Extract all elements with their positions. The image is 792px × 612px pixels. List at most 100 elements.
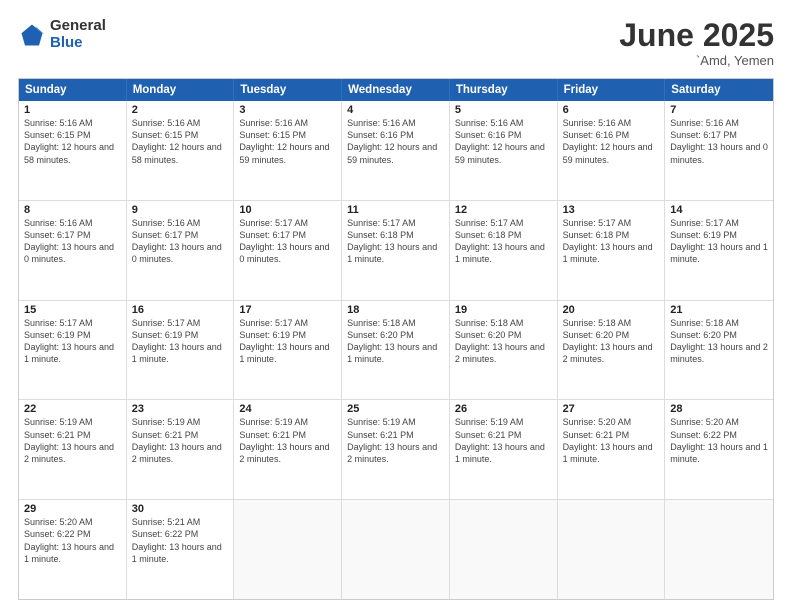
calendar-row: 1 Sunrise: 5:16 AM Sunset: 6:15 PM Dayli… <box>19 101 773 200</box>
cell-info: Sunrise: 5:16 AM Sunset: 6:16 PM Dayligh… <box>455 117 552 166</box>
cell-info: Sunrise: 5:20 AM Sunset: 6:21 PM Dayligh… <box>563 416 660 465</box>
cell-info: Sunrise: 5:17 AM Sunset: 6:19 PM Dayligh… <box>132 317 229 366</box>
header-monday: Monday <box>127 79 235 101</box>
month-title: June 2025 <box>619 18 774 53</box>
calendar-cell: 7 Sunrise: 5:16 AM Sunset: 6:17 PM Dayli… <box>665 101 773 200</box>
cell-info: Sunrise: 5:18 AM Sunset: 6:20 PM Dayligh… <box>347 317 444 366</box>
calendar-cell: 8 Sunrise: 5:16 AM Sunset: 6:17 PM Dayli… <box>19 201 127 300</box>
cell-info: Sunrise: 5:18 AM Sunset: 6:20 PM Dayligh… <box>563 317 660 366</box>
day-number: 12 <box>455 204 552 216</box>
calendar-cell: 27 Sunrise: 5:20 AM Sunset: 6:21 PM Dayl… <box>558 400 666 499</box>
calendar-cell: 24 Sunrise: 5:19 AM Sunset: 6:21 PM Dayl… <box>234 400 342 499</box>
calendar-cell <box>558 500 666 599</box>
day-number: 18 <box>347 304 444 316</box>
calendar-cell: 5 Sunrise: 5:16 AM Sunset: 6:16 PM Dayli… <box>450 101 558 200</box>
page: General Blue June 2025 `Amd, Yemen Sunda… <box>0 0 792 612</box>
day-number: 6 <box>563 104 660 116</box>
logo-general-text: General <box>50 18 106 35</box>
calendar-row: 15 Sunrise: 5:17 AM Sunset: 6:19 PM Dayl… <box>19 300 773 400</box>
cell-info: Sunrise: 5:18 AM Sunset: 6:20 PM Dayligh… <box>670 317 768 366</box>
cell-info: Sunrise: 5:17 AM Sunset: 6:18 PM Dayligh… <box>347 217 444 266</box>
cell-info: Sunrise: 5:16 AM Sunset: 6:15 PM Dayligh… <box>239 117 336 166</box>
day-number: 19 <box>455 304 552 316</box>
cell-info: Sunrise: 5:17 AM Sunset: 6:19 PM Dayligh… <box>24 317 121 366</box>
calendar-cell: 2 Sunrise: 5:16 AM Sunset: 6:15 PM Dayli… <box>127 101 235 200</box>
day-number: 11 <box>347 204 444 216</box>
cell-info: Sunrise: 5:19 AM Sunset: 6:21 PM Dayligh… <box>347 416 444 465</box>
calendar-body: 1 Sunrise: 5:16 AM Sunset: 6:15 PM Dayli… <box>19 101 773 599</box>
calendar-cell: 26 Sunrise: 5:19 AM Sunset: 6:21 PM Dayl… <box>450 400 558 499</box>
calendar-cell: 9 Sunrise: 5:16 AM Sunset: 6:17 PM Dayli… <box>127 201 235 300</box>
day-number: 10 <box>239 204 336 216</box>
calendar-cell <box>450 500 558 599</box>
cell-info: Sunrise: 5:17 AM Sunset: 6:18 PM Dayligh… <box>455 217 552 266</box>
day-number: 22 <box>24 403 121 415</box>
calendar-cell: 21 Sunrise: 5:18 AM Sunset: 6:20 PM Dayl… <box>665 301 773 400</box>
calendar-cell: 15 Sunrise: 5:17 AM Sunset: 6:19 PM Dayl… <box>19 301 127 400</box>
calendar-row: 8 Sunrise: 5:16 AM Sunset: 6:17 PM Dayli… <box>19 200 773 300</box>
cell-info: Sunrise: 5:19 AM Sunset: 6:21 PM Dayligh… <box>239 416 336 465</box>
calendar-cell: 16 Sunrise: 5:17 AM Sunset: 6:19 PM Dayl… <box>127 301 235 400</box>
header-saturday: Saturday <box>665 79 773 101</box>
logo-icon <box>18 21 46 49</box>
title-area: June 2025 `Amd, Yemen <box>619 18 774 68</box>
calendar-cell: 1 Sunrise: 5:16 AM Sunset: 6:15 PM Dayli… <box>19 101 127 200</box>
cell-info: Sunrise: 5:17 AM Sunset: 6:17 PM Dayligh… <box>239 217 336 266</box>
day-number: 16 <box>132 304 229 316</box>
calendar-row: 22 Sunrise: 5:19 AM Sunset: 6:21 PM Dayl… <box>19 399 773 499</box>
day-number: 5 <box>455 104 552 116</box>
calendar-cell: 25 Sunrise: 5:19 AM Sunset: 6:21 PM Dayl… <box>342 400 450 499</box>
cell-info: Sunrise: 5:19 AM Sunset: 6:21 PM Dayligh… <box>455 416 552 465</box>
cell-info: Sunrise: 5:16 AM Sunset: 6:15 PM Dayligh… <box>132 117 229 166</box>
cell-info: Sunrise: 5:16 AM Sunset: 6:17 PM Dayligh… <box>132 217 229 266</box>
cell-info: Sunrise: 5:17 AM Sunset: 6:19 PM Dayligh… <box>239 317 336 366</box>
logo-text: General Blue <box>50 18 106 51</box>
day-number: 24 <box>239 403 336 415</box>
calendar-cell: 18 Sunrise: 5:18 AM Sunset: 6:20 PM Dayl… <box>342 301 450 400</box>
day-number: 9 <box>132 204 229 216</box>
day-number: 28 <box>670 403 768 415</box>
calendar-cell: 23 Sunrise: 5:19 AM Sunset: 6:21 PM Dayl… <box>127 400 235 499</box>
day-number: 4 <box>347 104 444 116</box>
day-number: 3 <box>239 104 336 116</box>
header-tuesday: Tuesday <box>234 79 342 101</box>
header-wednesday: Wednesday <box>342 79 450 101</box>
calendar-cell: 28 Sunrise: 5:20 AM Sunset: 6:22 PM Dayl… <box>665 400 773 499</box>
calendar-cell: 17 Sunrise: 5:17 AM Sunset: 6:19 PM Dayl… <box>234 301 342 400</box>
day-number: 20 <box>563 304 660 316</box>
cell-info: Sunrise: 5:21 AM Sunset: 6:22 PM Dayligh… <box>132 516 229 565</box>
cell-info: Sunrise: 5:16 AM Sunset: 6:16 PM Dayligh… <box>347 117 444 166</box>
header: General Blue June 2025 `Amd, Yemen <box>18 18 774 68</box>
cell-info: Sunrise: 5:17 AM Sunset: 6:18 PM Dayligh… <box>563 217 660 266</box>
calendar-cell <box>342 500 450 599</box>
logo: General Blue <box>18 18 106 51</box>
calendar-cell: 11 Sunrise: 5:17 AM Sunset: 6:18 PM Dayl… <box>342 201 450 300</box>
cell-info: Sunrise: 5:16 AM Sunset: 6:17 PM Dayligh… <box>24 217 121 266</box>
day-number: 29 <box>24 503 121 515</box>
day-number: 30 <box>132 503 229 515</box>
day-number: 8 <box>24 204 121 216</box>
cell-info: Sunrise: 5:17 AM Sunset: 6:19 PM Dayligh… <box>670 217 768 266</box>
cell-info: Sunrise: 5:16 AM Sunset: 6:17 PM Dayligh… <box>670 117 768 166</box>
day-number: 1 <box>24 104 121 116</box>
day-number: 7 <box>670 104 768 116</box>
cell-info: Sunrise: 5:20 AM Sunset: 6:22 PM Dayligh… <box>670 416 768 465</box>
calendar-cell: 30 Sunrise: 5:21 AM Sunset: 6:22 PM Dayl… <box>127 500 235 599</box>
cell-info: Sunrise: 5:19 AM Sunset: 6:21 PM Dayligh… <box>24 416 121 465</box>
day-number: 15 <box>24 304 121 316</box>
day-number: 23 <box>132 403 229 415</box>
header-sunday: Sunday <box>19 79 127 101</box>
calendar-header: Sunday Monday Tuesday Wednesday Thursday… <box>19 79 773 101</box>
day-number: 25 <box>347 403 444 415</box>
logo-blue-text: Blue <box>50 35 106 52</box>
calendar-cell <box>665 500 773 599</box>
day-number: 17 <box>239 304 336 316</box>
day-number: 26 <box>455 403 552 415</box>
header-friday: Friday <box>558 79 666 101</box>
cell-info: Sunrise: 5:16 AM Sunset: 6:15 PM Dayligh… <box>24 117 121 166</box>
calendar-cell: 20 Sunrise: 5:18 AM Sunset: 6:20 PM Dayl… <box>558 301 666 400</box>
calendar: Sunday Monday Tuesday Wednesday Thursday… <box>18 78 774 600</box>
day-number: 27 <box>563 403 660 415</box>
cell-info: Sunrise: 5:16 AM Sunset: 6:16 PM Dayligh… <box>563 117 660 166</box>
calendar-cell: 4 Sunrise: 5:16 AM Sunset: 6:16 PM Dayli… <box>342 101 450 200</box>
